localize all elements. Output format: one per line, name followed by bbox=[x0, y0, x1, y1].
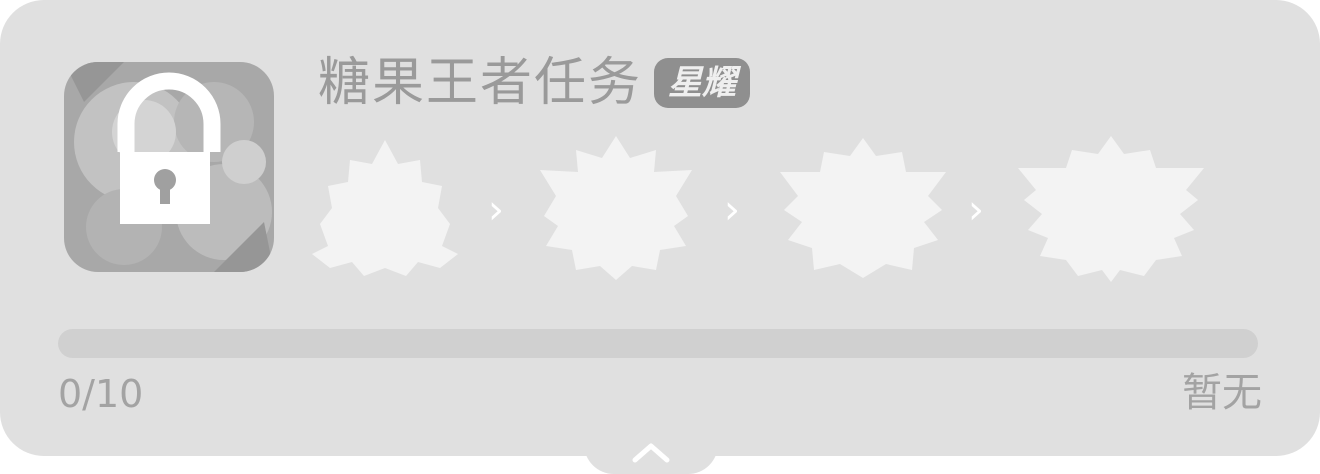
arrow-icon: › bbox=[724, 187, 740, 233]
arrow-icon: › bbox=[488, 187, 504, 233]
locked-game-icon[interactable] bbox=[64, 62, 274, 272]
task-title-row: 糖果王者任务 星耀 bbox=[318, 50, 751, 116]
rank-tier-3-icon bbox=[778, 130, 948, 284]
arrow-icon: › bbox=[968, 187, 984, 233]
rank-tier-4-icon bbox=[1016, 130, 1206, 286]
rank-badge: 星耀 bbox=[654, 58, 751, 108]
progress-bar bbox=[58, 329, 1258, 358]
status-text: 暂无 bbox=[1182, 370, 1262, 416]
rank-tier-2-icon bbox=[536, 130, 696, 284]
task-title: 糖果王者任务 bbox=[318, 53, 643, 113]
chevron-up-icon bbox=[632, 443, 670, 463]
expand-toggle[interactable] bbox=[584, 420, 718, 474]
rank-progression: › › › bbox=[300, 130, 1220, 290]
rank-tier-1-icon bbox=[310, 130, 460, 284]
task-card[interactable]: 糖果王者任务 星耀 › › › 0/10 暂无 bbox=[0, 0, 1320, 456]
progress-count: 0/10 bbox=[58, 372, 144, 416]
